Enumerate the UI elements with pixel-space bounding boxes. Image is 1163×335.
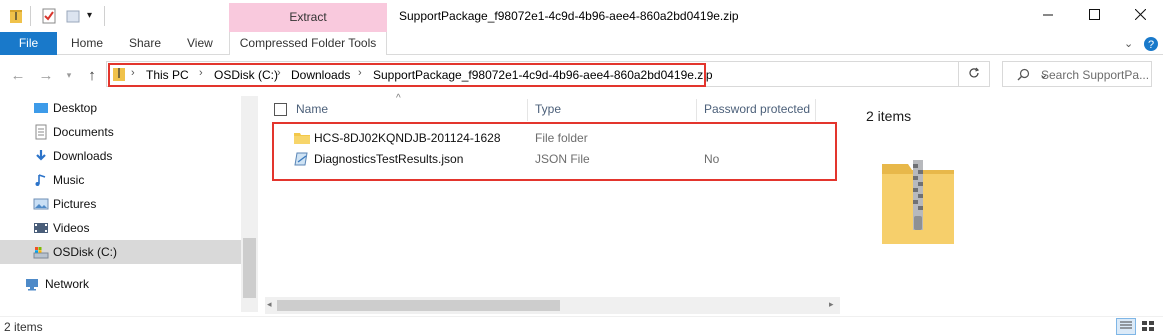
file-rows-highlight-box [272,122,837,181]
extract-context-tab[interactable]: Extract [229,3,387,32]
desktop-icon [33,100,49,116]
sidebar-item-label: Documents [53,125,114,139]
details-view-icon [1120,320,1132,334]
drive-icon [33,244,49,260]
forward-icon[interactable]: → [37,66,55,84]
status-item-count: 2 items [4,320,43,334]
sidebar-item-label: Videos [53,221,90,235]
properties-icon[interactable] [42,8,56,24]
tab-file[interactable]: File [0,32,57,55]
address-highlight-box [108,63,706,87]
details-view-button[interactable] [1116,318,1136,335]
refresh-icon [968,67,980,82]
customize-qat-icon[interactable]: ▾ [87,8,101,24]
tab-view[interactable]: View [187,32,213,55]
sidebar-item-label: Music [53,173,85,187]
ribbon-tabs: File Home Share View Compressed Folder T… [0,32,1163,55]
music-icon [33,172,49,188]
back-icon[interactable]: ← [9,66,27,84]
zip-folder-icon [9,8,23,24]
sort-ascending-icon: ^ [396,93,401,104]
search-box[interactable] [1002,61,1152,87]
sidebar-item-label: Desktop [53,101,98,115]
network-icon [24,276,40,292]
new-folder-icon[interactable] [66,8,80,24]
column-header-type[interactable]: Type [535,102,561,116]
status-bar: 2 items [0,316,1163,335]
sidebar-item-desktop[interactable]: Desktop [0,96,241,120]
scrollbar-thumb[interactable] [243,238,256,298]
qat-separator [104,6,105,26]
tab-share[interactable]: Share [129,32,161,55]
column-divider[interactable] [696,99,697,121]
sidebar-item-label: Downloads [53,149,113,163]
maximize-button[interactable] [1071,0,1117,32]
maximize-icon [1088,9,1100,23]
scroll-left-icon[interactable]: ◂ [267,299,272,310]
sidebar-item-label: OSDisk (C:) [53,245,117,259]
sidebar-item-label: Network [45,277,90,291]
navigation-pane: Desktop Documents Downloads Music Pictur… [0,96,258,316]
zip-folder-icon [880,156,956,249]
column-divider[interactable] [527,99,528,121]
sidebar-item-videos[interactable]: Videos [0,216,241,240]
sidebar-item-network[interactable]: Network [0,272,241,296]
sidebar-item-documents[interactable]: Documents [0,120,241,144]
column-header-name[interactable]: Name [296,102,328,116]
help-icon[interactable]: ? [1143,36,1159,52]
minimize-button[interactable] [1025,0,1071,32]
sidebar-item-pictures[interactable]: Pictures [0,192,241,216]
sidebar-item-downloads[interactable]: Downloads [0,144,241,168]
sidebar-item-label: Pictures [53,197,97,211]
tab-compressed-folder-tools[interactable]: Compressed Folder Tools [229,32,387,55]
expand-ribbon-icon[interactable]: ⌄ [1124,36,1140,52]
pictures-icon [33,196,49,212]
qat-separator [30,6,31,26]
scroll-right-icon[interactable]: ▸ [829,299,834,310]
navigation-pane-scrollbar[interactable] [241,96,258,312]
documents-icon [33,124,49,140]
details-pane: 2 items [840,96,1163,316]
recent-locations-icon[interactable]: ▾ [60,66,78,84]
svg-text:?: ? [1148,39,1154,51]
search-input[interactable] [1041,68,1149,82]
scrollbar-thumb[interactable] [277,300,560,311]
up-icon[interactable]: ↑ [83,66,101,84]
refresh-button[interactable] [959,61,990,87]
select-all-checkbox[interactable] [274,103,287,116]
title-bar: ▾ Extract SupportPackage_f98072e1-4c9d-4… [0,0,1163,32]
details-item-count: 2 items [866,108,912,124]
minimize-icon [1042,9,1054,23]
column-divider[interactable] [815,99,816,121]
sidebar-item-osdisk[interactable]: OSDisk (C:) [0,240,241,264]
tab-home[interactable]: Home [71,32,103,55]
close-icon [1134,8,1146,23]
videos-icon [33,220,49,236]
large-icons-view-button[interactable] [1138,318,1158,335]
window-title: SupportPackage_f98072e1-4c9d-4b96-aee4-8… [399,9,739,23]
large-icons-view-icon [1142,320,1154,334]
column-header-password[interactable]: Password protected [704,102,810,116]
close-button[interactable] [1117,0,1163,32]
downloads-icon [33,148,49,164]
file-list-horizontal-scrollbar[interactable]: ◂ ▸ [265,297,840,314]
search-icon [1017,68,1030,84]
navigation-bar: ← → ▾ ↑ › This PC › OSDisk (C:) › Downlo… [0,56,1163,94]
sidebar-item-music[interactable]: Music [0,168,241,192]
